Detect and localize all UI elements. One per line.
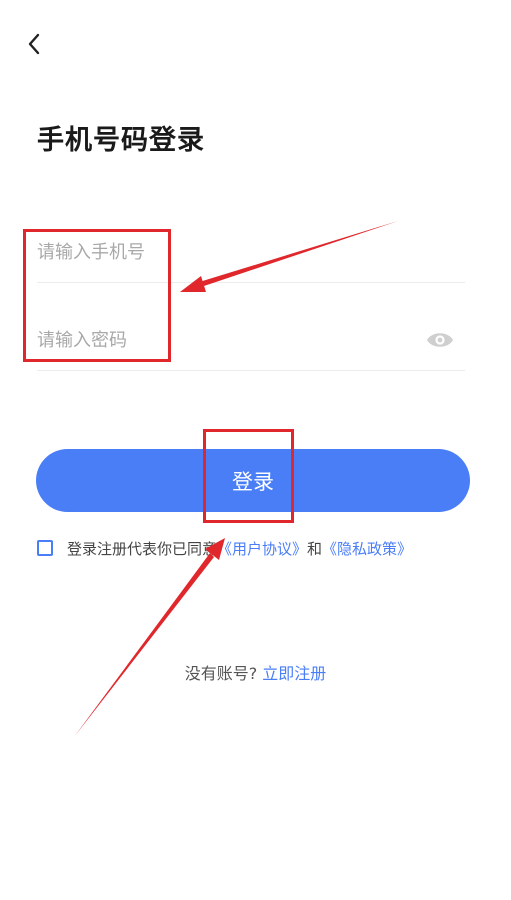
back-button[interactable] [18, 28, 50, 60]
agreement-checkbox[interactable] [37, 540, 53, 556]
agreement-row: 登录注册代表你已同意 《用户协议》 和 《隐私政策》 [37, 537, 412, 559]
register-row: 没有账号? 立即注册 [0, 660, 511, 684]
annotation-box-login [203, 429, 294, 523]
privacy-policy-link[interactable]: 《隐私政策》 [322, 538, 412, 559]
eye-icon [427, 333, 453, 347]
user-agreement-link[interactable]: 《用户协议》 [217, 538, 307, 559]
chevron-left-icon [28, 33, 40, 55]
register-prompt: 没有账号? [184, 664, 258, 683]
agreement-prefix: 登录注册代表你已同意 [67, 539, 218, 558]
annotation-box-inputs [23, 229, 171, 362]
register-link[interactable]: 立即注册 [262, 664, 326, 683]
login-page: 手机号码登录 登录 登录注册代表你已同意 《用户协议》 和 《隐私政策》 没有账… [0, 0, 511, 900]
page-title: 手机号码登录 [37, 125, 205, 156]
annotation-arrow-to-login [74, 553, 214, 737]
toggle-password-visibility-button[interactable] [425, 325, 455, 355]
agreement-conjunction: 和 [307, 539, 323, 558]
